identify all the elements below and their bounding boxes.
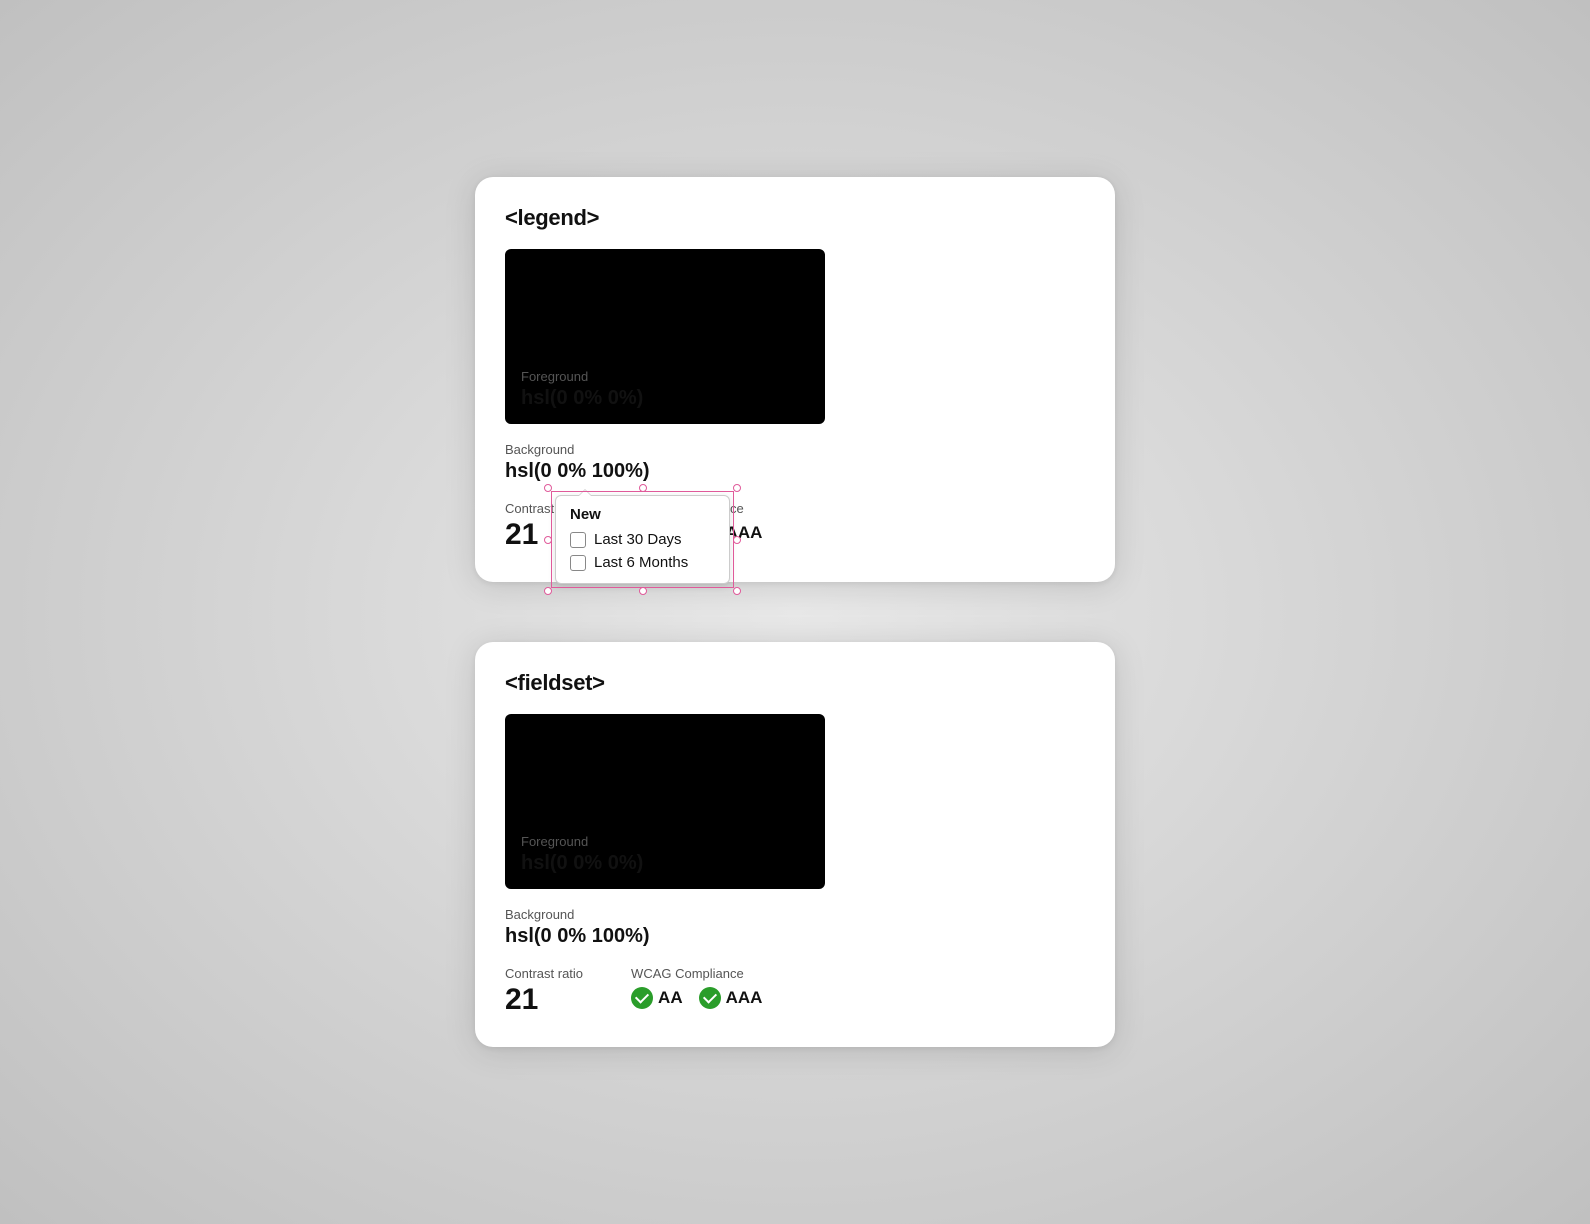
fieldset-aaa-label: AAA bbox=[726, 988, 763, 1008]
handle-br bbox=[733, 587, 741, 595]
checkbox-last6-label: Last 6 Months bbox=[594, 554, 688, 571]
fieldset-card-title: <fieldset> bbox=[505, 670, 1085, 696]
fieldset-card: <fieldset> Foreground hsl(0 0% 0%) Backg… bbox=[475, 642, 1115, 1047]
legend-bg-label: Background bbox=[505, 442, 650, 457]
fieldset-contrast-label: Contrast ratio bbox=[505, 966, 583, 981]
fieldset-bg-block: Background hsl(0 0% 100%) bbox=[505, 907, 650, 948]
fieldset-bg-label: Background bbox=[505, 907, 650, 922]
fieldset-aaa-check-icon bbox=[699, 987, 721, 1009]
checkbox-last6[interactable] bbox=[570, 555, 586, 571]
checkbox-item-last30[interactable]: Last 30 Days bbox=[570, 531, 715, 548]
legend-fg-label: Foreground bbox=[521, 369, 809, 384]
selection-box: New Last 30 Days Last 6 Months bbox=[555, 495, 730, 584]
legend-aaa-label: AAA bbox=[726, 523, 763, 543]
fieldset-wcag-badges: AA AAA bbox=[631, 987, 762, 1009]
checkbox-item-last6[interactable]: Last 6 Months bbox=[570, 554, 715, 571]
fieldset-contrast-value: 21 bbox=[505, 983, 583, 1017]
dropdown-title: New bbox=[570, 506, 715, 523]
fieldset-aa-check-icon bbox=[631, 987, 653, 1009]
legend-bg-value: hsl(0 0% 100%) bbox=[505, 460, 650, 483]
fieldset-fg-value: hsl(0 0% 0%) bbox=[521, 852, 809, 875]
legend-bg-row: Background hsl(0 0% 100%) bbox=[505, 442, 1085, 483]
legend-color-preview: Foreground hsl(0 0% 0%) bbox=[505, 249, 825, 424]
checkbox-last30[interactable] bbox=[570, 532, 586, 548]
fieldset-color-preview: Foreground hsl(0 0% 0%) bbox=[505, 714, 825, 889]
handle-bm bbox=[639, 587, 647, 595]
fieldset-stats-row: Contrast ratio 21 WCAG Compliance AA AAA bbox=[505, 966, 1085, 1017]
floating-overlay: New Last 30 Days Last 6 Months bbox=[555, 495, 730, 584]
fieldset-bg-row: Background hsl(0 0% 100%) bbox=[505, 907, 1085, 948]
checkbox-last30-label: Last 30 Days bbox=[594, 531, 682, 548]
legend-card-title: <legend> bbox=[505, 205, 1085, 231]
fieldset-aaa-badge: AAA bbox=[699, 987, 763, 1009]
fieldset-wcag-label: WCAG Compliance bbox=[631, 966, 762, 981]
legend-fg-value: hsl(0 0% 0%) bbox=[521, 387, 809, 410]
handle-bl bbox=[544, 587, 552, 595]
cards-wrapper: <legend> Foreground hsl(0 0% 0%) Backgro… bbox=[475, 177, 1115, 1047]
fieldset-aa-label: AA bbox=[658, 988, 683, 1008]
fieldset-contrast-block: Contrast ratio 21 bbox=[505, 966, 583, 1017]
fieldset-bg-value: hsl(0 0% 100%) bbox=[505, 925, 650, 948]
legend-bg-block: Background hsl(0 0% 100%) bbox=[505, 442, 650, 483]
fieldset-aa-badge: AA bbox=[631, 987, 683, 1009]
fieldset-wcag-block: WCAG Compliance AA AAA bbox=[631, 966, 762, 1009]
fieldset-fg-label: Foreground bbox=[521, 834, 809, 849]
dropdown-popup[interactable]: New Last 30 Days Last 6 Months bbox=[555, 495, 730, 584]
